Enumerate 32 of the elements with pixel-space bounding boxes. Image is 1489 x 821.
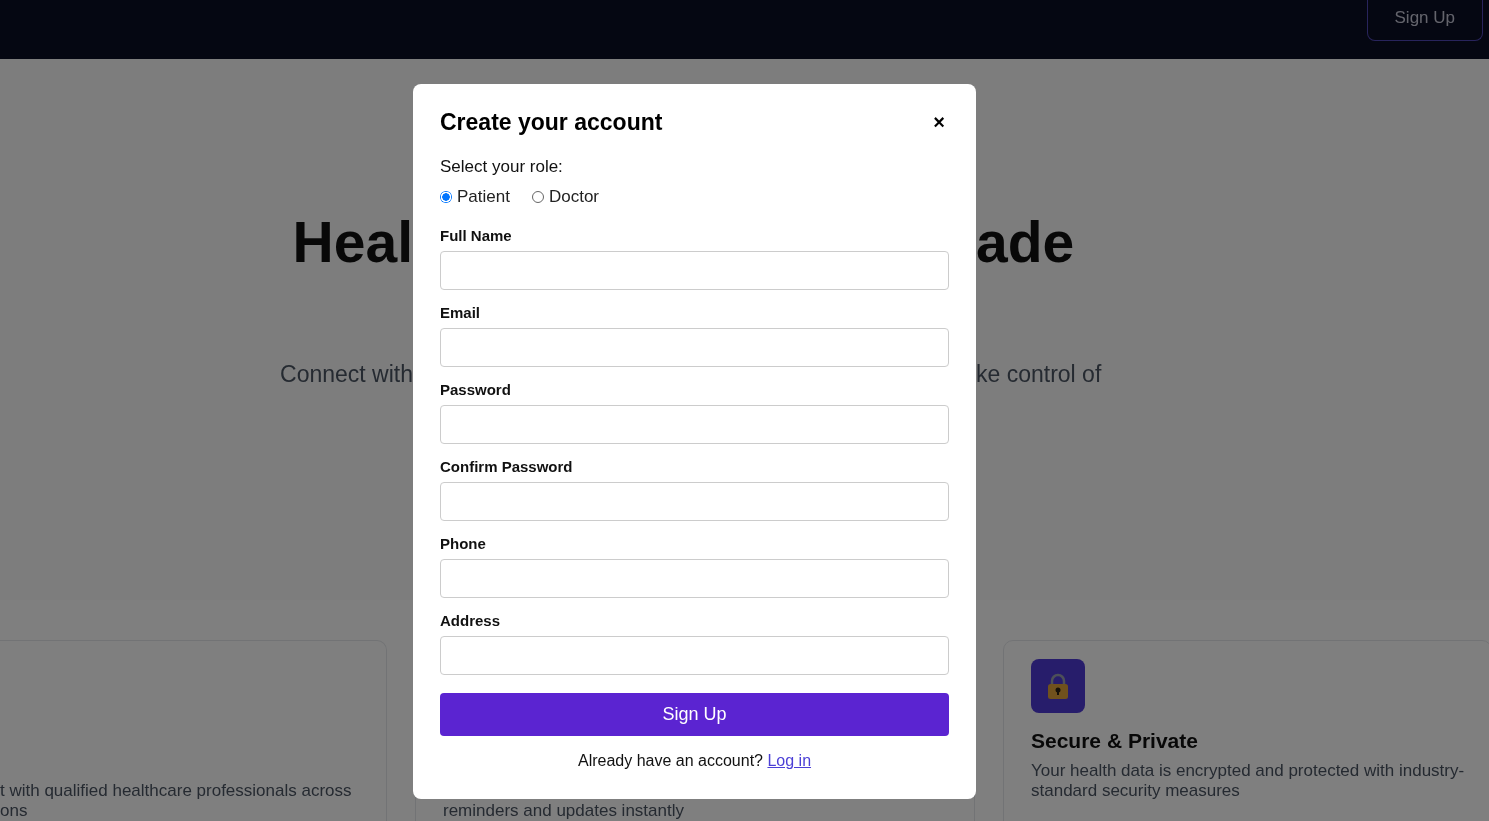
hero-subtitle: ke control of — [976, 360, 1103, 389]
role-label: Select your role: — [440, 156, 564, 178]
role-radio[interactable] — [440, 191, 452, 203]
radio-label: Patient — [457, 187, 510, 207]
field-label: Address — [440, 611, 502, 631]
input-field[interactable] — [440, 482, 949, 521]
lock-icon — [1047, 672, 1069, 700]
hero-heading: ade — [976, 209, 1076, 275]
radio-label: Doctor — [548, 187, 599, 207]
input-field[interactable] — [440, 328, 949, 367]
field-label: Full Name — [440, 226, 513, 246]
hero-heading: Heal — [291, 209, 413, 275]
field-label: Phone — [440, 534, 487, 554]
feature-description: t with qualified healthcare professionals across — [0, 781, 353, 801]
sign-up-button[interactable]: Sign Up — [440, 693, 949, 736]
feature-description: Your health data is encrypted and protected with industry- — [1031, 761, 1465, 781]
hero-subtitle: Connect with — [279, 360, 413, 389]
input-field[interactable] — [440, 405, 949, 444]
field-label: Confirm Password — [440, 457, 574, 477]
modal-title: Create your account — [440, 108, 663, 137]
input-field[interactable] — [440, 251, 949, 290]
login-prompt: Already have an account? Log in — [576, 752, 813, 770]
feature-description: ons — [0, 801, 29, 821]
feature-description: standard security measures — [1031, 781, 1241, 801]
input-field[interactable] — [440, 636, 949, 675]
feature-description: reminders and updates instantly — [443, 801, 685, 821]
field-label: Password — [440, 380, 512, 400]
field-label: Email — [440, 303, 482, 323]
login-link[interactable]: Log in — [767, 752, 812, 769]
input-field[interactable] — [440, 559, 949, 598]
close-button[interactable]: × — [929, 111, 949, 133]
feature-title: Secure & Private — [1031, 728, 1199, 754]
